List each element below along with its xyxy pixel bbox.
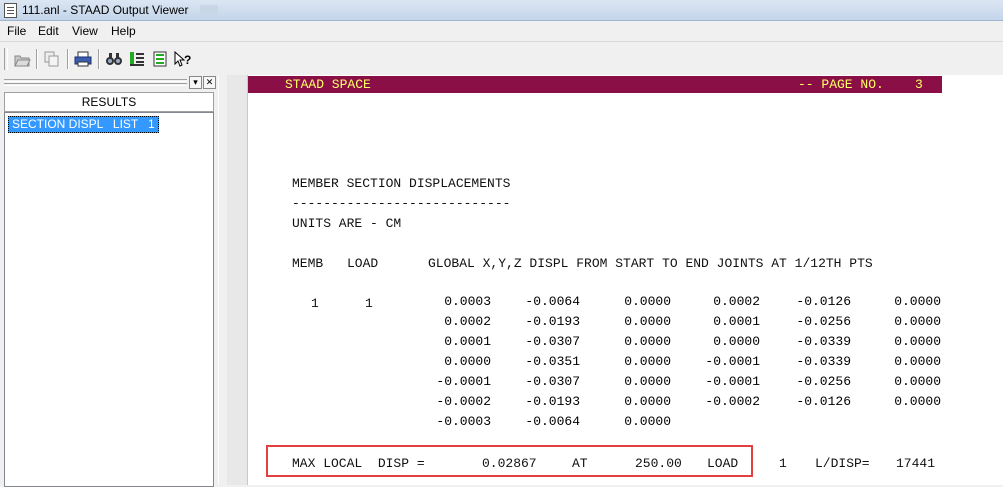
pane-grip[interactable] [4,83,187,86]
pane-menu-button[interactable]: ▾ [189,76,202,89]
results-header: RESULTS [4,92,214,112]
table-cell: -0.0001 [705,374,760,389]
load-number: 1 [779,456,787,471]
table-cell: 0.0000 [894,354,941,369]
find-icon[interactable] [104,49,124,69]
table-cell: -0.0193 [525,314,580,329]
table-cell: -0.0002 [436,394,491,409]
section-underline: ---------------------------- [292,196,511,211]
table-cell: -0.0126 [796,394,851,409]
table-cell: -0.0002 [705,394,760,409]
table-cell: 0.0000 [894,374,941,389]
menu-view[interactable]: View [72,24,98,38]
results-tree: SECTION DISPL LIST 1 [4,112,214,487]
table-cell: 0.0001 [444,334,491,349]
table-cell: -0.0126 [796,294,851,309]
table-cell: -0.0339 [796,354,851,369]
menu-help[interactable]: Help [111,24,136,38]
table-cell: 0.0000 [624,414,671,429]
at-value: 250.00 [635,456,682,471]
copy-icon[interactable] [42,49,62,69]
table-row: 0.0000 -0.0351 0.0000 -0.0001 -0.0339 0.0000 [227,354,987,374]
results-pane: ▾ ✕ RESULTS SECTION DISPL LIST 1 [0,75,218,487]
table-cell: 0.0000 [894,314,941,329]
page-header-title: STAAD SPACE [285,77,371,92]
table-row: 0.0002 -0.0193 0.0000 0.0001 -0.0256 0.0000 [227,314,987,334]
col-memb-header: MEMB [292,256,324,271]
table-cell: 0.0001 [713,314,760,329]
table-cell: 0.0000 [624,394,671,409]
table-cell: -0.0064 [525,294,580,309]
table-cell: -0.0064 [525,414,580,429]
pane-close-button[interactable]: ✕ [203,76,216,89]
menu-file[interactable]: File [7,24,26,38]
max-disp-label: MAX LOCAL DISP = [292,456,425,471]
open-icon[interactable] [12,49,32,69]
toolbar-grip[interactable] [4,48,8,70]
print-icon[interactable] [73,49,93,69]
help-icon[interactable]: ? [173,49,193,69]
table-cell: -0.0339 [796,334,851,349]
table-cell: -0.0307 [525,374,580,389]
col-load-header: LOAD [347,256,379,271]
table-cell: -0.0193 [525,394,580,409]
table-row: -0.0002 -0.0193 0.0000 -0.0002 -0.0126 0.0000 [227,394,987,414]
table-cell: 0.0002 [444,314,491,329]
max-disp-value: 0.02867 [482,456,537,471]
table-cell: 0.0000 [713,334,760,349]
table-row: 0.0001 -0.0307 0.0000 0.0000 -0.0339 0.0000 [227,334,987,354]
pane-grip[interactable] [4,79,187,82]
table-cell: -0.0001 [705,354,760,369]
table-cell: -0.0351 [525,354,580,369]
table-cell: 0.0000 [624,314,671,329]
toolbar-separator [36,49,38,69]
app-document-icon [4,3,17,18]
tree-item-section-displ-list[interactable]: SECTION DISPL LIST 1 [8,116,159,133]
ldisp-label: L/DISP= [815,456,870,471]
table-cell: -0.0256 [796,314,851,329]
toolbar: ? [0,41,1003,76]
table-cell: -0.0001 [436,374,491,389]
table-cell: -0.0003 [436,414,491,429]
goto-icon[interactable] [127,49,147,69]
units-text: UNITS ARE - CM [292,216,402,231]
load-label: LOAD [707,456,739,471]
section-title: MEMBER SECTION DISPLACEMENTS [292,176,511,191]
table-cell: 0.0000 [894,394,941,409]
table-cell: 0.0003 [444,294,491,309]
at-label: AT [572,456,588,471]
table-row: -0.0003 -0.0064 0.0000 [227,414,987,434]
svg-text:?: ? [184,53,191,67]
output-document: STAAD SPACE -- PAGE NO. 3 MEMBER SECTION… [227,75,1003,485]
pane-splitter[interactable] [218,75,227,485]
table-row: 0.0003 -0.0064 0.0000 0.0002 -0.0126 0.0000 [227,294,987,314]
window-title: 111.anl - STAAD Output Viewer [22,3,189,17]
table-cell: 0.0000 [894,294,941,309]
table-cell: 0.0000 [624,294,671,309]
table-cell: -0.0256 [796,374,851,389]
menu-bar: File Edit View Help [0,21,1003,41]
table-cell: 0.0000 [894,334,941,349]
table-row: -0.0001 -0.0307 0.0000 -0.0001 -0.0256 0.0000 [227,374,987,394]
title-bar-decoration [200,5,218,15]
table-cell: 0.0000 [444,354,491,369]
table-cell: 0.0000 [624,354,671,369]
pane-header: ▾ ✕ [0,75,218,90]
toolbar-separator [98,49,100,69]
col-desc-header: GLOBAL X,Y,Z DISPL FROM START TO END JOI… [428,256,873,271]
table-cell: 0.0002 [713,294,760,309]
menu-edit[interactable]: Edit [38,24,59,38]
title-bar: 111.anl - STAAD Output Viewer [0,0,1003,21]
toolbar-separator [67,49,69,69]
list-icon[interactable] [150,49,170,69]
table-cell: -0.0307 [525,334,580,349]
page-header-number: -- PAGE NO. 3 [798,77,923,92]
table-cell: 0.0000 [624,334,671,349]
page-header: STAAD SPACE -- PAGE NO. 3 [248,76,942,93]
ldisp-value: 17441 [896,456,936,471]
table-cell: 0.0000 [624,374,671,389]
